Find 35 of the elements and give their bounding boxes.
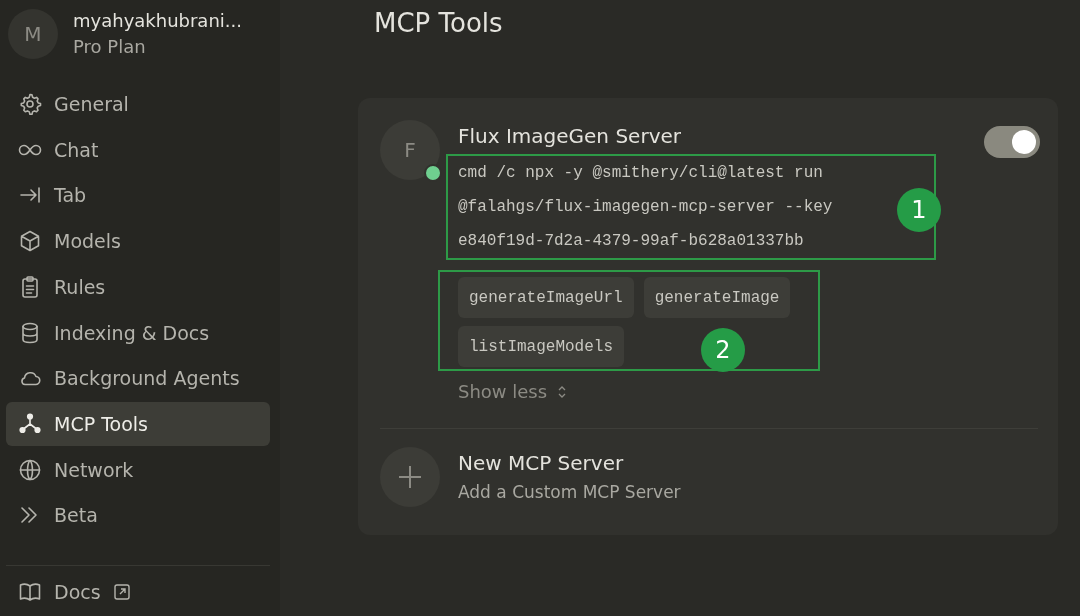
- sidebar-item[interactable]: Network: [6, 447, 270, 492]
- external-link-icon: [112, 583, 131, 602]
- sidebar-item[interactable]: Beta: [6, 493, 270, 538]
- sidebar-item[interactable]: Background Agents: [6, 356, 270, 401]
- sidebar-item[interactable]: General: [6, 82, 270, 126]
- tool-chip: generateImage: [643, 277, 791, 318]
- docs-link[interactable]: Docs: [6, 570, 270, 615]
- server-name: Flux ImageGen Server: [458, 123, 681, 150]
- globe-icon: [18, 457, 42, 482]
- toggle-switch[interactable]: [984, 126, 1040, 158]
- nodes-icon: [18, 412, 42, 436]
- sidebar-item[interactable]: Rules: [6, 264, 270, 309]
- command-line: @falahgs/flux-imagegen-mcp-server --key: [458, 197, 833, 218]
- callout-number: 1: [897, 188, 941, 232]
- show-less-toggle[interactable]: Show less: [458, 381, 570, 402]
- new-server-subtitle: Add a Custom MCP Server: [458, 481, 681, 504]
- page-title: MCP Tools: [374, 7, 504, 40]
- sidebar-item[interactable]: Indexing & Docs: [6, 310, 270, 355]
- tool-chip: generateImageUrl: [458, 277, 634, 318]
- command-line: cmd /c npx -y @smithery/cli@latest run: [458, 163, 823, 184]
- new-server-title[interactable]: New MCP Server: [458, 448, 681, 478]
- user-avatar[interactable]: M: [8, 9, 58, 59]
- sidebar-item[interactable]: Models: [6, 219, 270, 263]
- sidebar-item[interactable]: MCP Tools: [6, 402, 270, 446]
- sidebar-item[interactable]: Tab: [6, 173, 270, 218]
- cube-icon: [18, 229, 42, 254]
- gear-icon: [18, 91, 42, 116]
- callout-number: 2: [701, 328, 745, 372]
- user-name: myahyakhubrani...: [73, 9, 242, 33]
- command-line: e840f19d-7d2a-4379-99af-b628a01337bb: [458, 231, 804, 252]
- sidebar-item[interactable]: Chat: [6, 127, 270, 172]
- tool-chip: listImageModels: [458, 326, 625, 367]
- plus-icon: [397, 464, 423, 490]
- plan-label: Pro Plan: [73, 35, 147, 59]
- server-avatar: F: [380, 120, 440, 180]
